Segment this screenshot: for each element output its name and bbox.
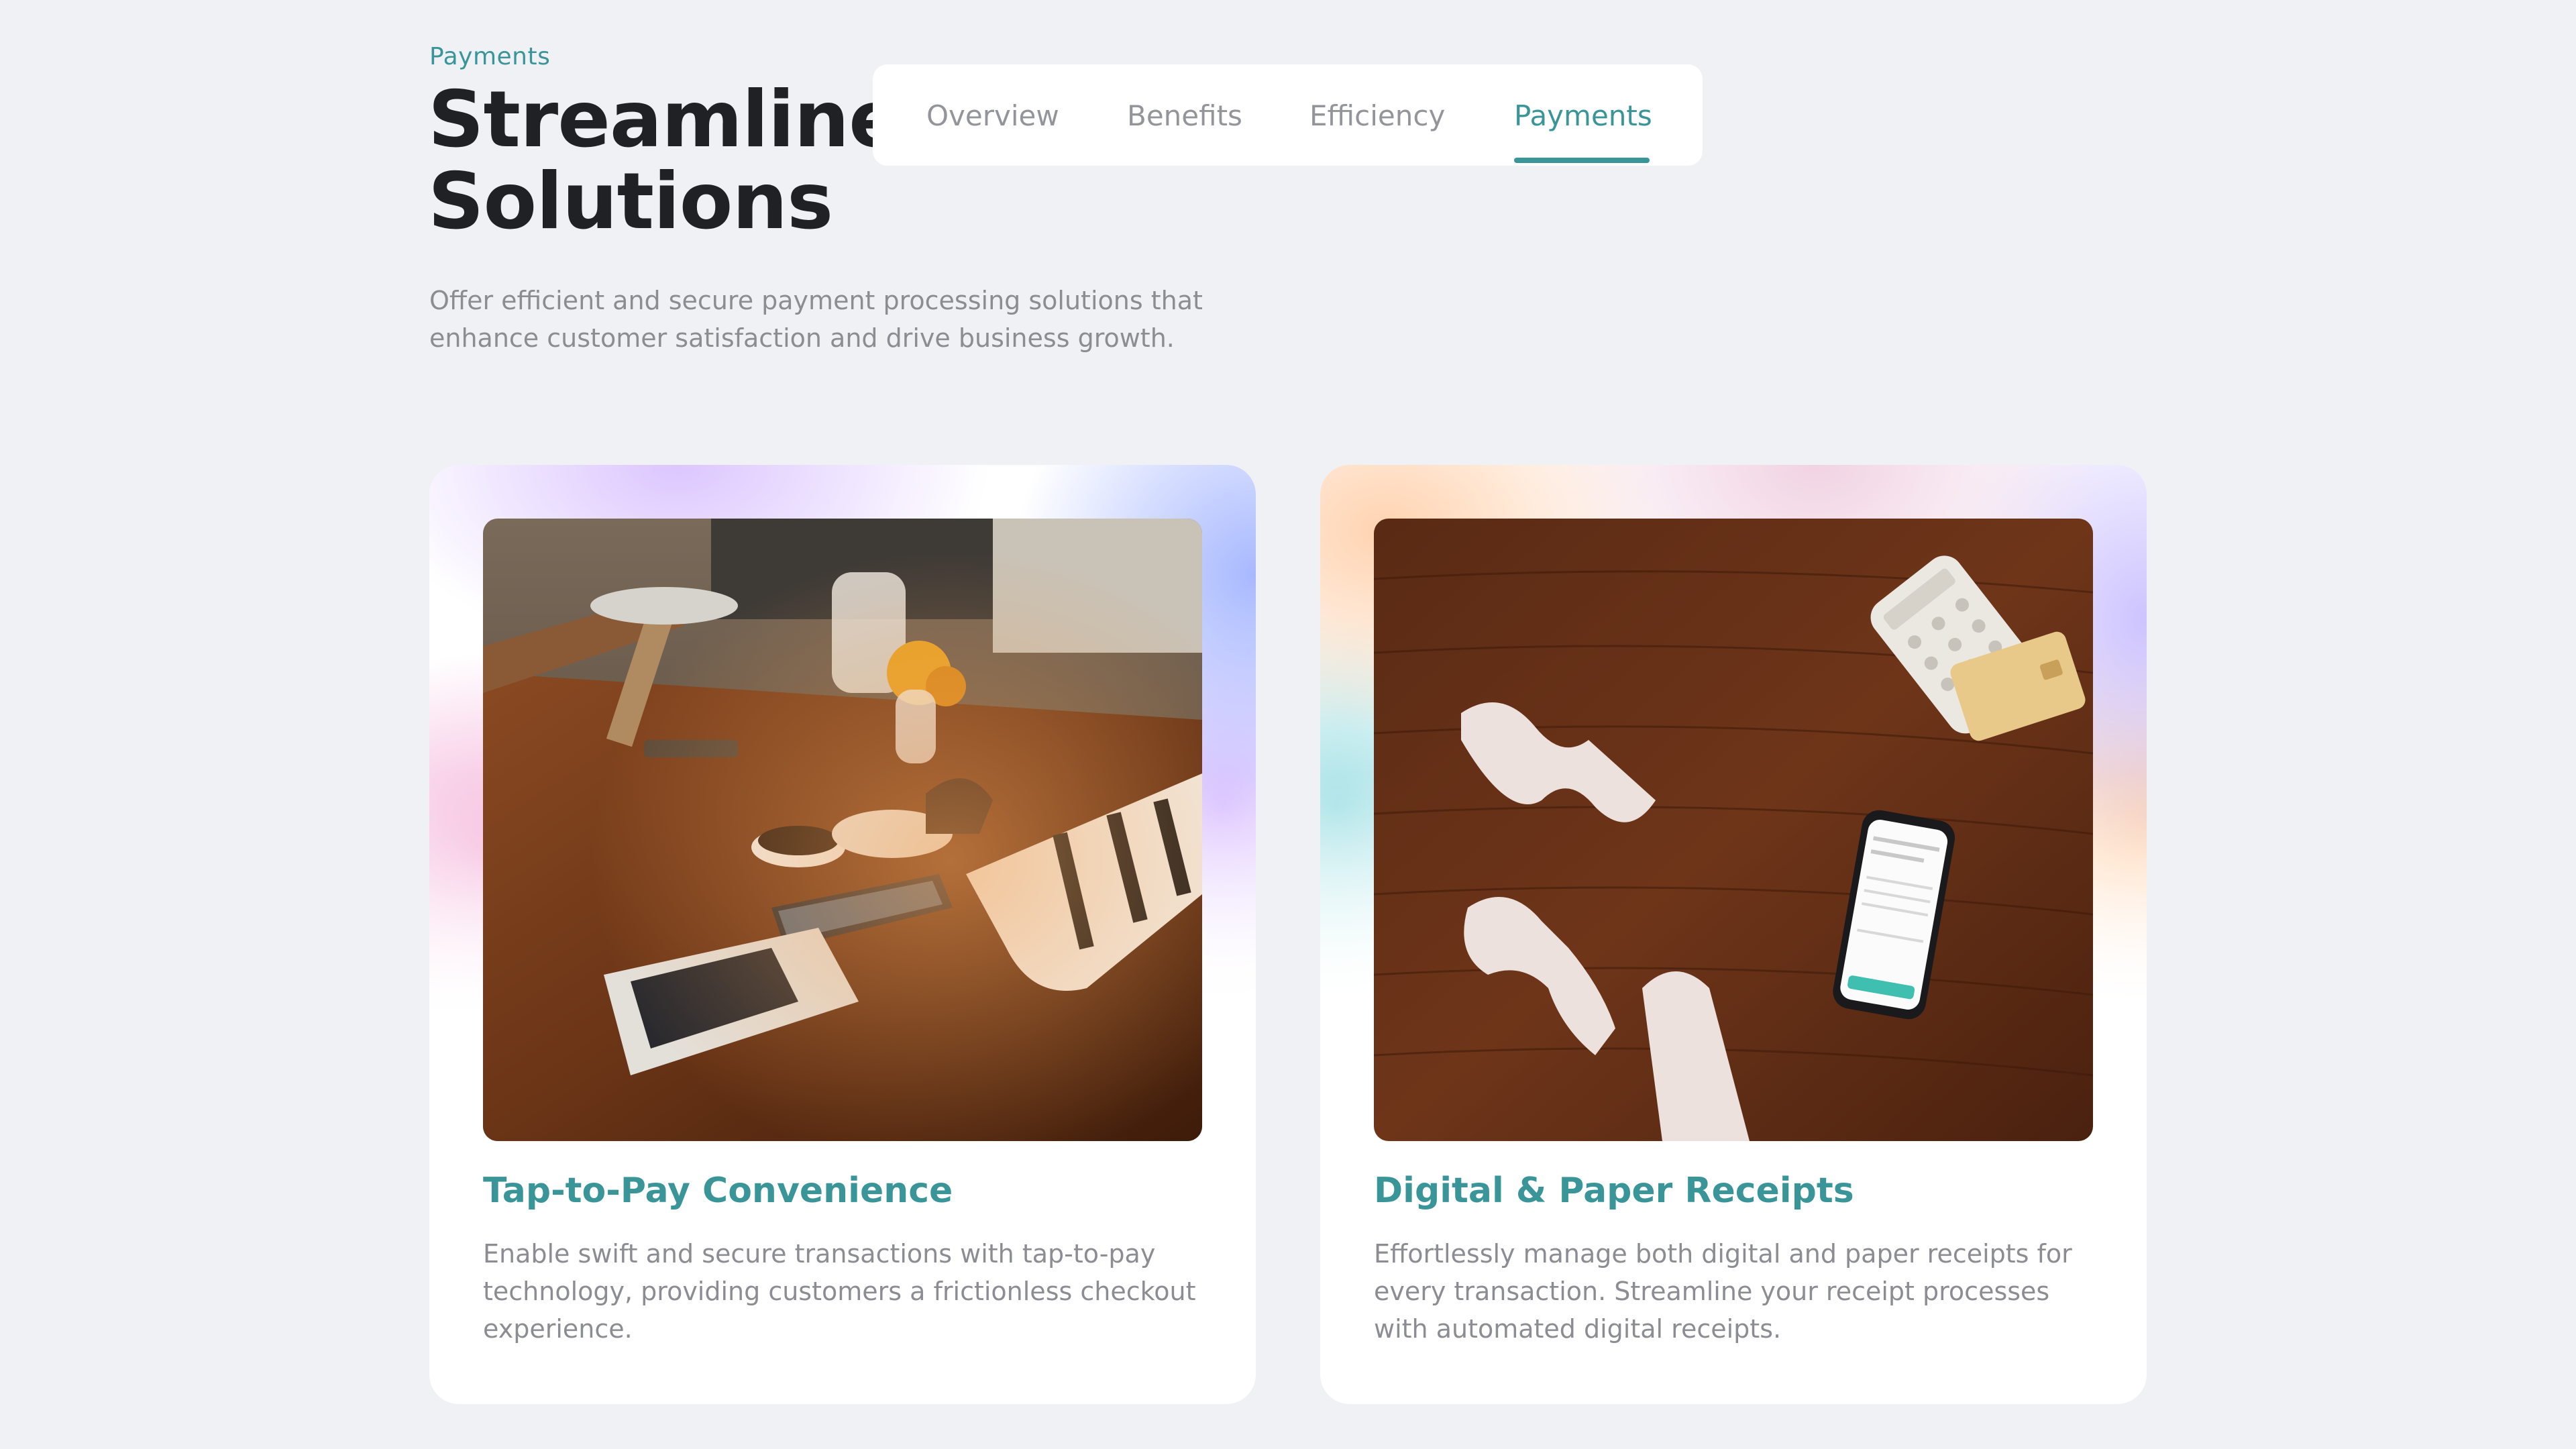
eyebrow-label: Payments (429, 43, 551, 70)
card-description: Enable swift and secure transactions wit… (483, 1239, 1196, 1344)
feature-card-receipts: Digital & Paper Receipts Effortlessly ma… (1320, 465, 2147, 1404)
active-tab-indicator (1514, 158, 1650, 163)
section-tab-bar: Overview Benefits Efficiency Payments (873, 64, 1703, 166)
tap-to-pay-photo (483, 519, 1202, 1141)
tab-benefits[interactable]: Benefits (1127, 99, 1242, 132)
tab-efficiency[interactable]: Efficiency (1309, 99, 1445, 132)
card-title: Digital & Paper Receipts (1374, 1171, 1854, 1211)
page-subtitle: Offer efficient and secure payment proce… (429, 286, 1203, 353)
tab-payments[interactable]: Payments (1514, 99, 1652, 132)
feature-card-tap-to-pay: Tap-to-Pay Convenience Enable swift and … (429, 465, 1256, 1404)
receipts-photo (1374, 519, 2093, 1141)
page-title-line-2: Solutions (428, 156, 833, 247)
card-title: Tap-to-Pay Convenience (483, 1171, 953, 1211)
card-description: Effortlessly manage both digital and pap… (1374, 1239, 2072, 1344)
tab-overview[interactable]: Overview (926, 99, 1059, 132)
